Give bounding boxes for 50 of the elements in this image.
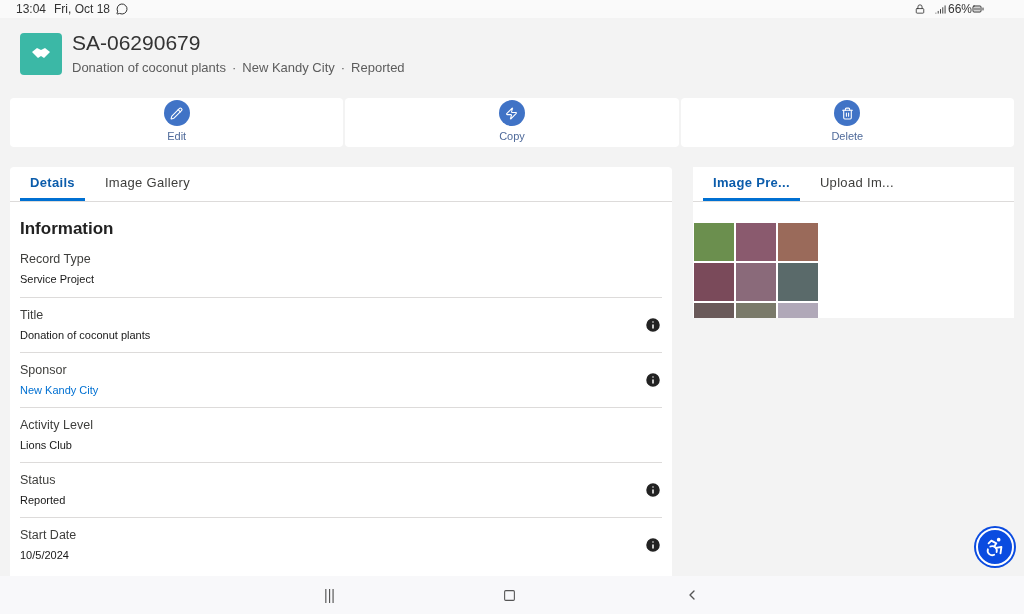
photo-placeholder[interactable] bbox=[736, 223, 776, 261]
tab[interactable]: Image Pre... bbox=[703, 167, 800, 201]
info-icon[interactable] bbox=[644, 535, 662, 554]
field-value: Lions Club bbox=[20, 437, 73, 453]
field-value: Reported bbox=[20, 492, 67, 508]
status-time: 13:04 bbox=[16, 1, 47, 18]
separator-dot: · bbox=[340, 59, 346, 78]
accessibility-button[interactable] bbox=[976, 528, 1014, 566]
field-label: Title bbox=[20, 306, 45, 324]
action-button[interactable]: Edit bbox=[10, 98, 344, 147]
sponsor-link[interactable]: New Kandy City bbox=[20, 381, 644, 399]
record-title: SA-06290679 bbox=[72, 30, 202, 57]
record-icon bbox=[20, 33, 62, 75]
info-icon[interactable] bbox=[644, 315, 662, 334]
signal-icon bbox=[934, 3, 946, 15]
field-value: Donation of coconut plants bbox=[20, 327, 152, 343]
battery-icon bbox=[972, 3, 984, 15]
chat-app-icon bbox=[116, 3, 129, 15]
separator-dot: · bbox=[231, 59, 237, 78]
photo-placeholder[interactable] bbox=[694, 263, 734, 301]
field-label: Sponsor bbox=[20, 361, 68, 379]
tab[interactable]: Details bbox=[20, 167, 85, 201]
status-date: Fri, Oct 18 bbox=[54, 1, 111, 18]
tab[interactable]: Upload Im... bbox=[809, 167, 904, 201]
recents-button[interactable]: ||| bbox=[324, 584, 335, 606]
copy-icon bbox=[505, 106, 519, 120]
delete-icon bbox=[840, 106, 854, 120]
field-label: Record Type bbox=[20, 251, 92, 269]
photo-placeholder[interactable] bbox=[694, 223, 734, 261]
lock-icon bbox=[914, 4, 925, 14]
photo-placeholder[interactable] bbox=[736, 263, 776, 301]
tab[interactable]: Image Gallery bbox=[94, 167, 201, 201]
photo-placeholder[interactable] bbox=[778, 223, 818, 261]
home-button[interactable] bbox=[502, 588, 516, 602]
field-label: Start Date bbox=[20, 526, 78, 544]
subtitle-item: Donation of coconut plants bbox=[72, 59, 226, 78]
field-label: Status bbox=[20, 471, 57, 489]
info-icon[interactable] bbox=[644, 480, 662, 499]
edit-icon bbox=[170, 106, 184, 120]
action-button[interactable]: Copy bbox=[345, 98, 679, 147]
action-button[interactable]: Delete bbox=[680, 98, 1014, 147]
field-value: Service Project bbox=[20, 272, 95, 288]
subtitle-item: New Kandy City bbox=[242, 59, 335, 78]
battery-level: 66% bbox=[947, 1, 972, 18]
field-value: 10/5/2024 bbox=[20, 547, 70, 563]
photo-placeholder[interactable] bbox=[778, 263, 818, 301]
subtitle-item: Reported bbox=[351, 59, 405, 78]
field-label: Activity Level bbox=[20, 416, 94, 434]
info-icon[interactable] bbox=[644, 370, 662, 389]
section-title: Information bbox=[19, 218, 115, 240]
